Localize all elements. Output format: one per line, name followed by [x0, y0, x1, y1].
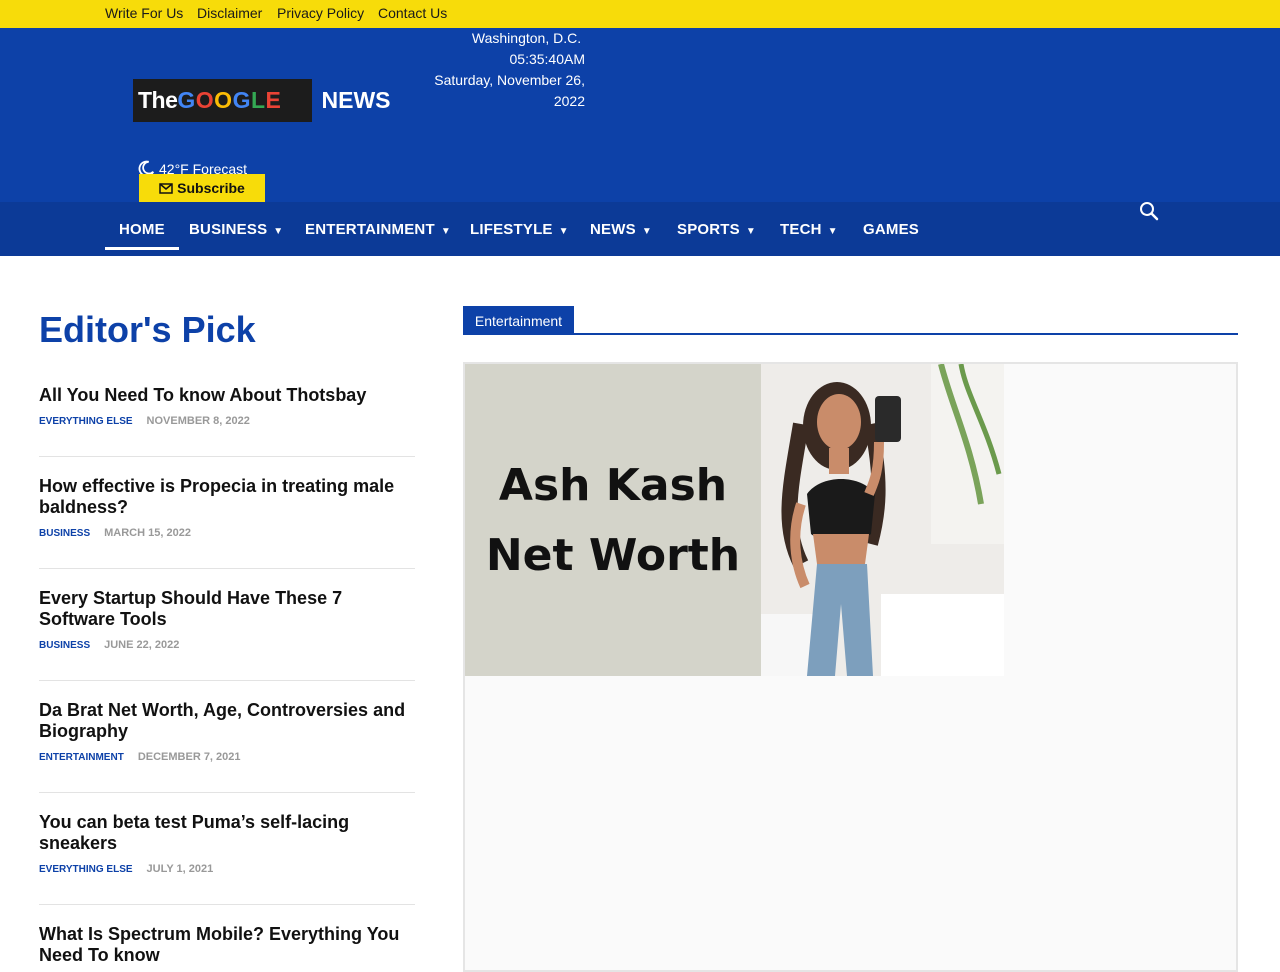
featured-image-line1: Ash Kash [498, 460, 728, 511]
article-category[interactable]: BUSINESS [39, 528, 90, 539]
nav-tech[interactable]: TECH ▼ [780, 202, 838, 256]
subscribe-label: Subscribe [177, 180, 245, 196]
person-illustration [761, 364, 1004, 676]
logo-google: GOOGLE [177, 87, 282, 113]
article-item[interactable]: All You Need To know About Thotsbay EVER… [39, 385, 415, 427]
nav-news-label: NEWS [590, 220, 636, 238]
nav-lifestyle[interactable]: LIFESTYLE ▼ [470, 202, 569, 256]
nav-news[interactable]: NEWS ▼ [590, 202, 652, 256]
privacy-policy-link[interactable]: Privacy Policy [277, 5, 364, 21]
article-category[interactable]: BUSINESS [39, 640, 90, 651]
nav-home[interactable]: HOME [105, 202, 179, 256]
article-title[interactable]: Every Startup Should Have These 7 Softwa… [39, 588, 415, 630]
nav-sports-label: SPORTS [677, 220, 740, 238]
divider [39, 568, 415, 569]
article-item[interactable]: Da Brat Net Worth, Age, Controversies an… [39, 700, 415, 763]
article-category[interactable]: EVERYTHING ELSE [39, 864, 133, 875]
article-title[interactable]: All You Need To know About Thotsbay [39, 385, 415, 406]
contact-us-link[interactable]: Contact Us [378, 5, 447, 21]
subscribe-button[interactable]: Subscribe [139, 174, 265, 202]
chevron-down-icon: ▼ [273, 225, 284, 237]
nav-lifestyle-label: LIFESTYLE [470, 220, 553, 238]
search-button[interactable] [1139, 201, 1159, 226]
logo-news: NEWS [312, 79, 400, 122]
nav-business-label: BUSINESS [189, 220, 268, 238]
top-bar: Write For Us Disclaimer Privacy Policy C… [0, 0, 1280, 28]
envelope-icon [159, 182, 173, 194]
divider [39, 792, 415, 793]
featured-image[interactable]: Ash Kash Net Worth [465, 364, 1004, 676]
location-text: Washington, D.C. [471, 30, 582, 46]
article-date: DECEMBER 7, 2021 [137, 751, 241, 763]
date-time-block: Washington, D.C. 05:35:40AM Saturday, No… [420, 28, 585, 112]
article-title[interactable]: Da Brat Net Worth, Age, Controversies an… [39, 700, 415, 742]
nav-games-label: GAMES [863, 220, 920, 238]
nav-home-label: HOME [119, 220, 165, 238]
category-tab-entertainment[interactable]: Entertainment [463, 306, 574, 335]
article-date: MARCH 15, 2022 [104, 527, 191, 539]
chevron-down-icon: ▼ [827, 225, 838, 237]
nav-tech-label: TECH [780, 220, 822, 238]
logo-the: The [138, 87, 178, 113]
featured-photo [761, 364, 1004, 676]
article-date: JUNE 22, 2022 [104, 639, 180, 651]
nav-entertainment-label: ENTERTAINMENT [305, 220, 435, 238]
site-logo[interactable]: The GOOGLE NEWS [133, 79, 400, 122]
editors-pick-heading: Editor's Pick [39, 309, 256, 350]
chevron-down-icon: ▼ [440, 225, 451, 237]
chevron-down-icon: ▼ [641, 225, 652, 237]
article-title[interactable]: You can beta test Puma’s self-lacing sne… [39, 812, 415, 854]
divider [39, 456, 415, 457]
nav-sports[interactable]: SPORTS ▼ [677, 202, 756, 256]
article-category[interactable]: EVERYTHING ELSE [39, 416, 133, 427]
write-for-us-link[interactable]: Write For Us [105, 5, 183, 21]
disclaimer-link[interactable]: Disclaimer [197, 5, 262, 21]
article-category[interactable]: ENTERTAINMENT [39, 752, 124, 763]
main-nav: HOME BUSINESS ▼ ENTERTAINMENT ▼ LIFESTYL… [0, 202, 1280, 256]
nav-business[interactable]: BUSINESS ▼ [189, 202, 283, 256]
nav-games[interactable]: GAMES [863, 202, 919, 256]
article-item[interactable]: Every Startup Should Have These 7 Softwa… [39, 588, 415, 651]
chevron-down-icon: ▼ [745, 225, 756, 237]
article-date: JULY 1, 2021 [146, 863, 214, 875]
divider [39, 904, 415, 905]
article-item[interactable]: You can beta test Puma’s self-lacing sne… [39, 812, 415, 875]
chevron-down-icon: ▼ [558, 225, 569, 237]
divider [39, 680, 415, 681]
site-header: The GOOGLE NEWS Washington, D.C. 05:35:4… [0, 28, 1280, 202]
category-underline [463, 333, 1238, 335]
nav-entertainment[interactable]: ENTERTAINMENT ▼ [305, 202, 451, 256]
article-item[interactable]: How effective is Propecia in treating ma… [39, 476, 415, 539]
date-text: Saturday, November 26, 2022 [434, 72, 585, 109]
article-title[interactable]: How effective is Propecia in treating ma… [39, 476, 415, 518]
featured-image-line2: Net Worth [485, 530, 741, 581]
search-icon [1140, 202, 1159, 221]
article-date: NOVEMBER 8, 2022 [146, 415, 250, 427]
clock-text: 05:35:40AM [509, 51, 586, 67]
